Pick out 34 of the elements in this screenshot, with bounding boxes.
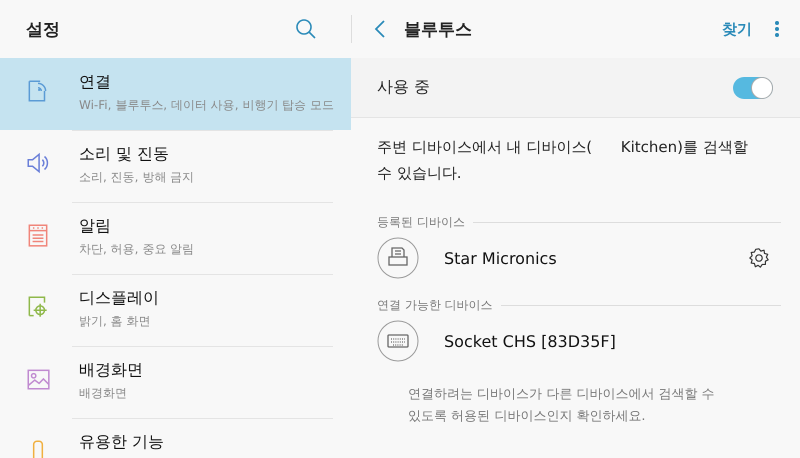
item-subtitle: 배경화면 bbox=[79, 385, 128, 402]
device-name[interactable]: Socket CHS [83D35F] bbox=[444, 332, 770, 350]
item-subtitle: Wi-Fi, 블루투스, 데이터 사용, 비행기 탑승 모드 bbox=[79, 97, 334, 114]
visibility-description: 주변 디바이스에서 내 디바이스( Kitchen)를 검색할 수 있습니다. bbox=[376, 137, 749, 184]
item-subtitle: 밝기, 홈 화면 bbox=[79, 313, 152, 330]
back-icon[interactable] bbox=[374, 20, 386, 38]
sidebar-item[interactable]: 연결 Wi-Fi, 블루투스, 데이터 사용, 비행기 탑승 모드 bbox=[0, 58, 351, 130]
page-title: 블루투스 bbox=[404, 18, 473, 40]
sidebar-item[interactable]: 유용한 기능 bbox=[0, 418, 351, 458]
item-title: 소리 및 진동 bbox=[79, 144, 170, 165]
item-title: 배경화면 bbox=[79, 360, 143, 381]
more-icon[interactable] bbox=[774, 20, 780, 38]
scan-button[interactable]: 찾기 bbox=[720, 18, 754, 40]
sidebar-item[interactable]: 알림 차단, 허용, 중요 알림 bbox=[0, 202, 351, 274]
section-header: 등록된 디바이스 bbox=[377, 214, 465, 231]
item-title: 유용한 기능 bbox=[79, 432, 164, 453]
item-title: 연결 bbox=[79, 72, 112, 93]
sidebar-item[interactable]: 배경화면 배경화면 bbox=[0, 346, 351, 418]
printer-icon bbox=[377, 237, 419, 279]
bluetooth-switch[interactable] bbox=[733, 76, 773, 98]
section-header: 연결 가능한 디바이스 bbox=[377, 297, 493, 314]
settings-icon[interactable] bbox=[748, 247, 770, 269]
device-name[interactable]: Star Micronics bbox=[444, 248, 748, 268]
help-note: 연결하려는 디바이스가 다른 디바이스에서 검색할 수 있도록 허용된 디바이스인지 확인하세요. bbox=[407, 386, 716, 426]
sidebar-item[interactable]: 소리 및 진동 소리, 진동, 방해 금지 bbox=[0, 130, 351, 202]
item-title: 디스플레이 bbox=[79, 288, 159, 309]
item-subtitle: 차단, 허용, 중요 알림 bbox=[79, 241, 194, 258]
settings-title: 설정 bbox=[26, 18, 60, 40]
toggle-label: 사용 중 bbox=[377, 77, 430, 98]
item-title: 알림 bbox=[79, 216, 112, 237]
keyboard-icon bbox=[377, 320, 419, 362]
sidebar-item[interactable]: 디스플레이 밝기, 홈 화면 bbox=[0, 274, 351, 346]
search-icon[interactable] bbox=[295, 18, 317, 40]
item-subtitle: 소리, 진동, 방해 금지 bbox=[79, 169, 194, 186]
